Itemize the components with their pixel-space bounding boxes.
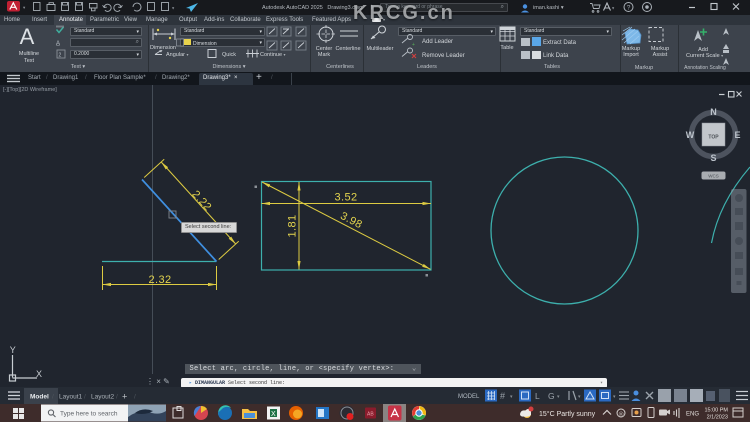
svg-text:▾: ▾: [612, 6, 615, 11]
svg-text:◎: ◎: [619, 412, 624, 418]
svg-text:S: S: [710, 153, 716, 163]
svg-text:Y: Y: [10, 345, 16, 355]
svg-text:MODEL: MODEL: [458, 394, 480, 400]
svg-text:Model: Model: [30, 394, 49, 401]
svg-text:?: ?: [627, 4, 631, 11]
svg-text:L: L: [535, 391, 540, 401]
svg-text:+: +: [122, 392, 127, 402]
svg-text:▾: ▾: [172, 6, 175, 11]
svg-text:2.22: 2.22: [189, 188, 213, 213]
svg-text:Type here to search: Type here to search: [60, 411, 118, 418]
svg-text:WCS: WCS: [708, 174, 719, 179]
svg-text:2: 2: [59, 53, 62, 59]
svg-text:/: /: [116, 394, 118, 401]
svg-text:15:00 PM: 15:00 PM: [704, 408, 728, 414]
svg-text:TOP: TOP: [708, 135, 719, 141]
svg-text:N: N: [710, 107, 717, 117]
svg-text:E: E: [734, 130, 740, 140]
svg-text:G: G: [548, 391, 555, 401]
svg-text:Autodesk AutoCAD 2025 Drawin: Autodesk AutoCAD 2025 Drawing3.dwg: [262, 5, 362, 11]
svg-text:▾: ▾: [557, 394, 560, 400]
svg-text:2.32: 2.32: [148, 274, 171, 286]
svg-text:▾: ▾: [510, 394, 513, 400]
svg-text:/: /: [84, 394, 86, 401]
svg-text:ENG: ENG: [686, 412, 699, 418]
svg-text:Layout2: Layout2: [91, 394, 115, 401]
svg-text:1.81: 1.81: [287, 214, 299, 237]
svg-text:15°C Partly sunny: 15°C Partly sunny: [539, 410, 596, 418]
svg-text:iman.kashi ▾: iman.kashi ▾: [533, 5, 564, 11]
svg-text:A̲: A̲: [56, 41, 60, 47]
svg-text:W: W: [686, 130, 695, 140]
svg-text:/: /: [52, 394, 54, 401]
svg-text:/: /: [134, 394, 136, 401]
svg-text:X: X: [271, 411, 276, 418]
svg-text:2/1/2023: 2/1/2023: [707, 415, 728, 421]
svg-text:#: #: [500, 391, 505, 401]
svg-text:+: +: [412, 42, 415, 48]
svg-text:AB: AB: [367, 412, 374, 418]
svg-text:3.52: 3.52: [334, 192, 357, 204]
svg-text:▾: ▾: [613, 394, 616, 400]
svg-text:▾: ▾: [23, 5, 26, 10]
svg-text:X: X: [36, 369, 42, 379]
svg-text:▾: ▾: [578, 394, 581, 400]
svg-text:Layout1: Layout1: [59, 394, 83, 401]
